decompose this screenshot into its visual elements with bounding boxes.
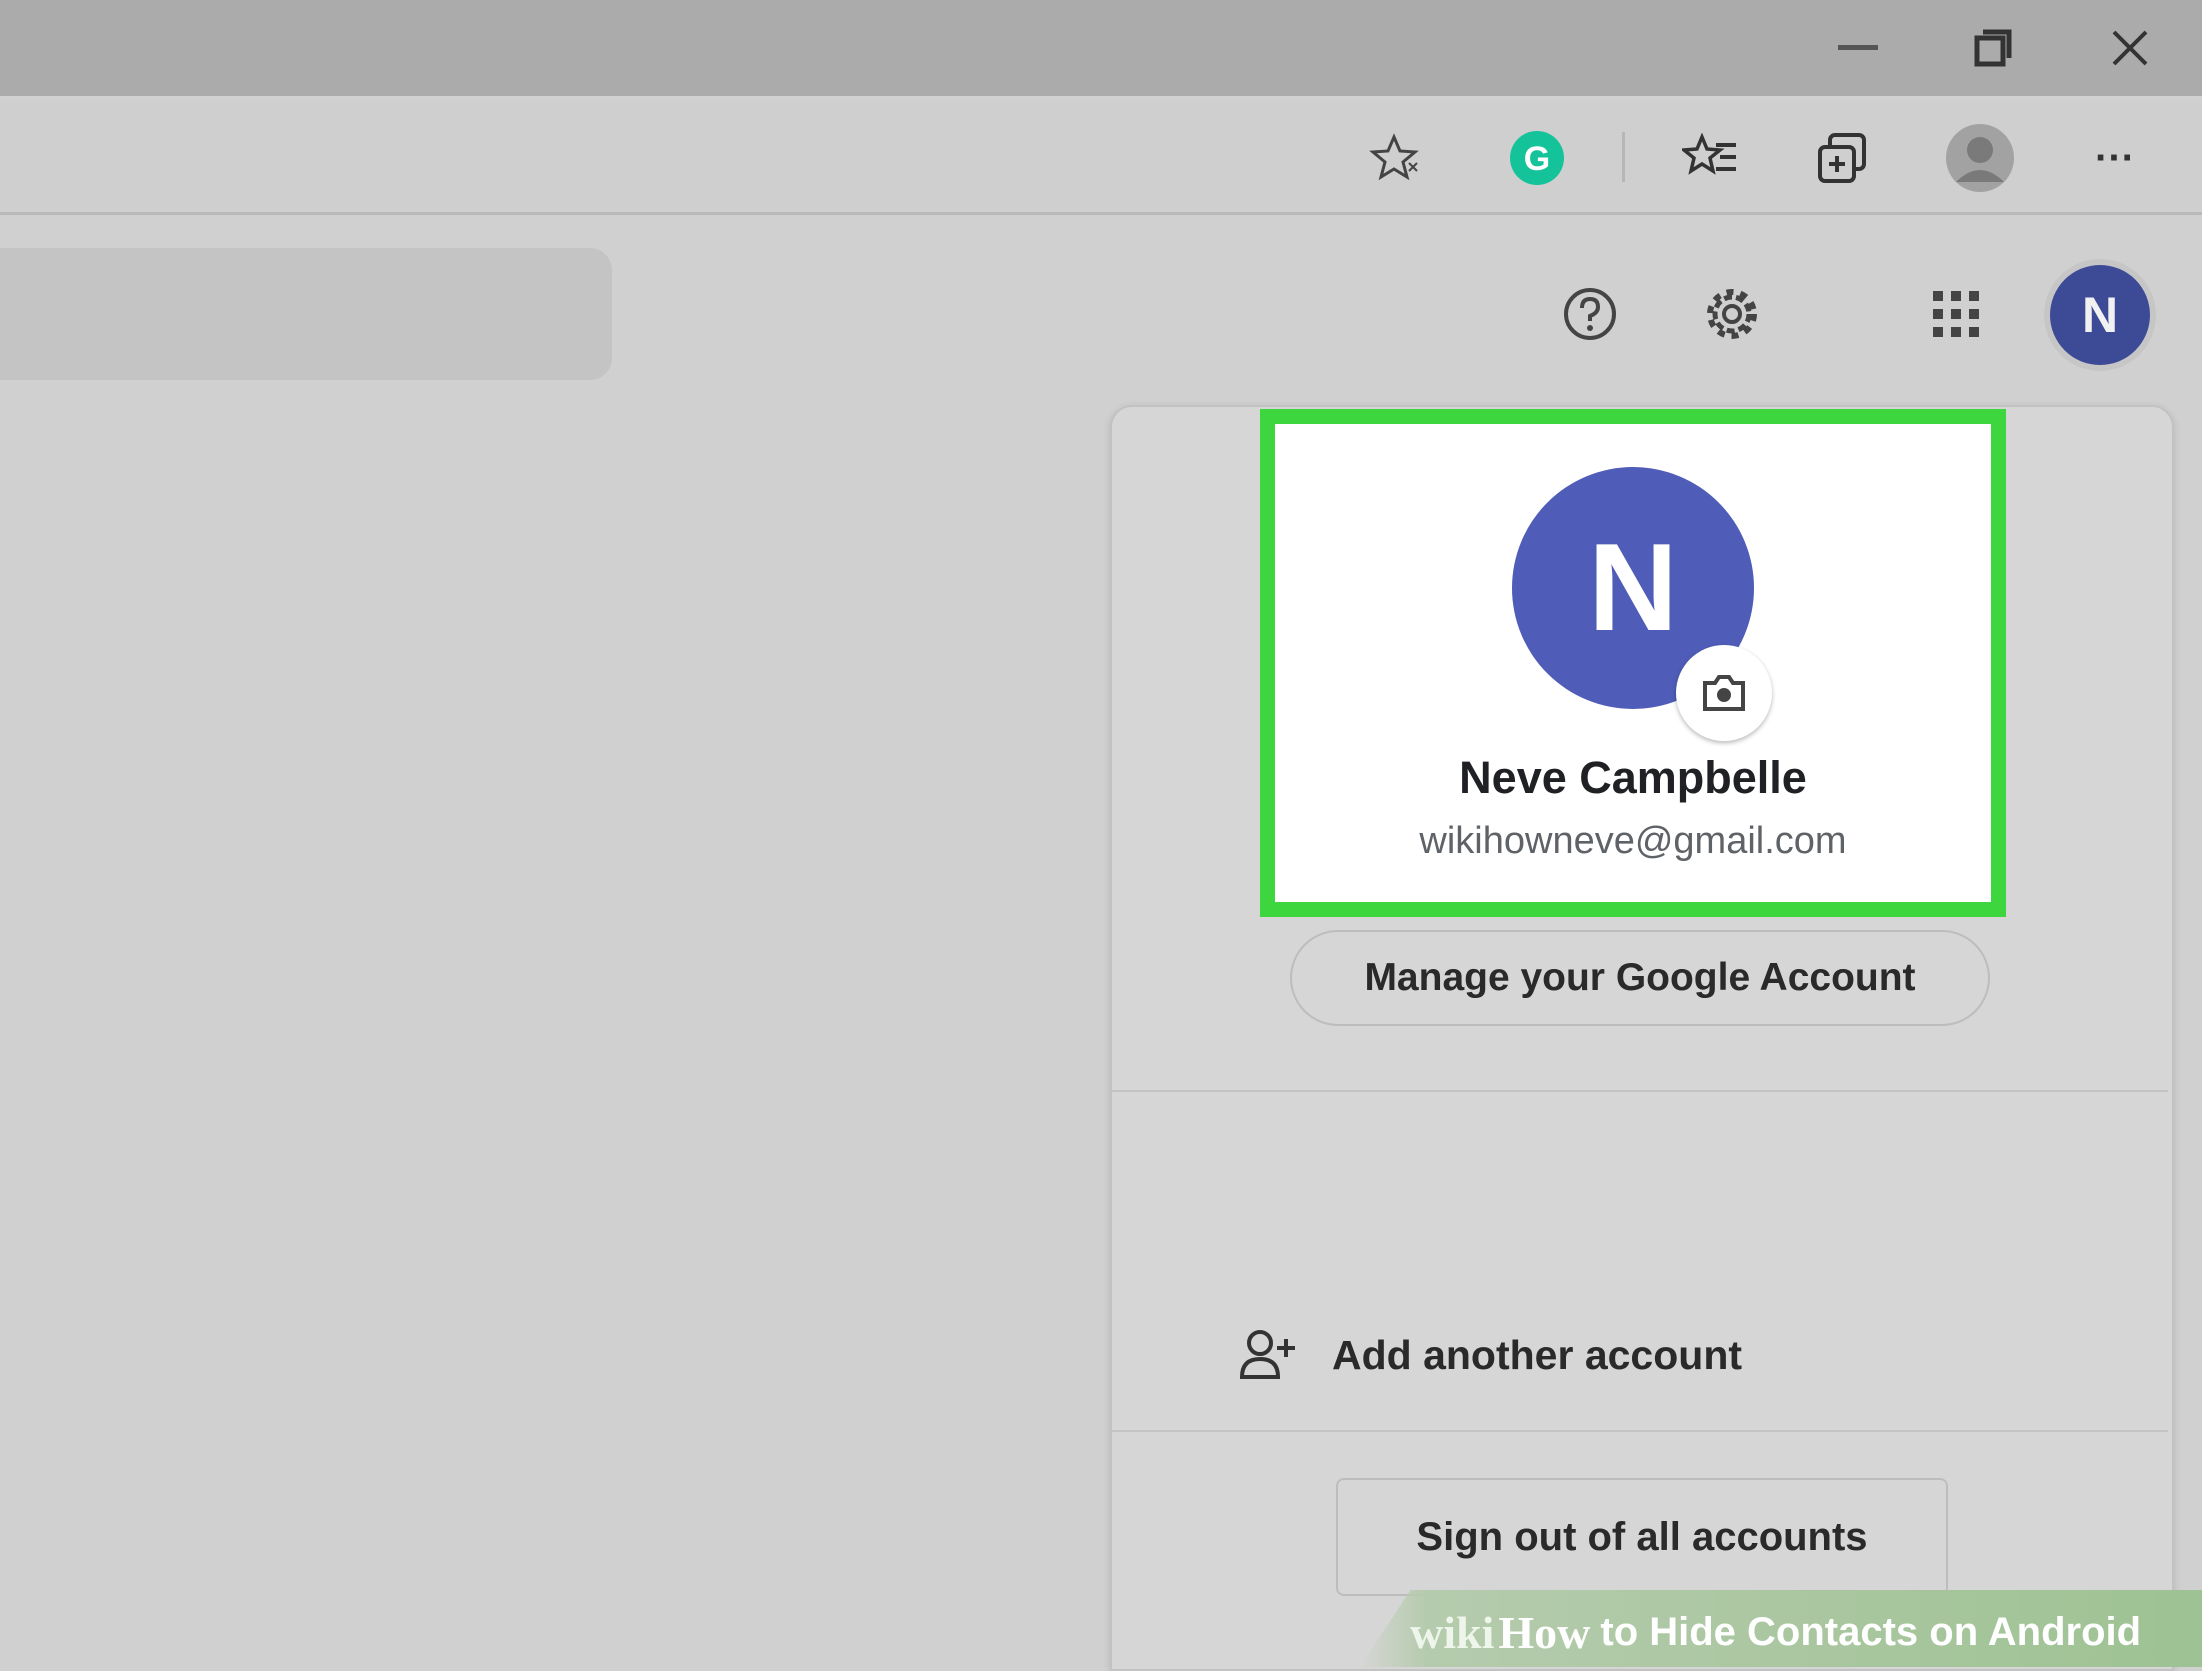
settings-icon[interactable]: [1690, 272, 1774, 356]
change-photo-button[interactable]: [1676, 645, 1772, 741]
account-avatar-button[interactable]: N: [2050, 265, 2150, 365]
search-bar[interactable]: [0, 248, 612, 380]
grammarly-icon[interactable]: G: [1497, 118, 1577, 198]
watermark-wiki: wiki: [1410, 1606, 1495, 1658]
watermark-title: to Hide Contacts on Android: [1600, 1609, 2142, 1654]
star-icon[interactable]: [1354, 118, 1434, 198]
close-icon[interactable]: [2082, 18, 2178, 78]
collections-icon[interactable]: [1803, 118, 1883, 198]
minimize-icon[interactable]: [1810, 18, 1906, 78]
favorites-icon[interactable]: [1670, 118, 1750, 198]
toolbar-divider: [1622, 132, 1625, 182]
panel-divider: [1112, 1090, 2168, 1092]
watermark-how: How: [1498, 1606, 1591, 1658]
add-person-icon: [1230, 1315, 1310, 1395]
restore-icon[interactable]: [1945, 18, 2041, 78]
account-name: Neve Campbelle: [1459, 752, 1807, 803]
panel-divider: [1112, 1430, 2168, 1432]
help-icon[interactable]: [1548, 272, 1632, 356]
manage-account-button[interactable]: Manage your Google Account: [1290, 930, 1990, 1026]
watermark-text: wiki How to Hide Contacts on Android: [1410, 1600, 2202, 1664]
profile-icon[interactable]: [1940, 118, 2020, 198]
account-email: wikihowneve@gmail.com: [1419, 820, 1847, 862]
more-icon[interactable]: ···: [2075, 118, 2155, 198]
sign-out-button[interactable]: Sign out of all accounts: [1336, 1478, 1948, 1596]
add-account-row[interactable]: Add another account: [1112, 1290, 2168, 1420]
add-account-label: Add another account: [1332, 1331, 1743, 1378]
grammarly-letter: G: [1524, 140, 1550, 178]
camera-icon: [1701, 673, 1747, 713]
apps-grid-icon[interactable]: [1914, 272, 1998, 356]
